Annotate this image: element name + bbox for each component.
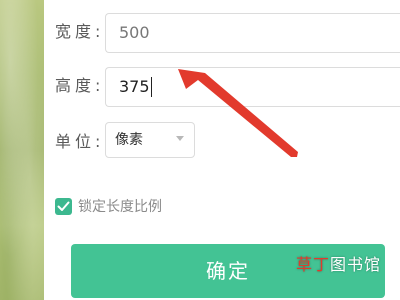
- watermark: 草丁图书馆: [296, 255, 381, 275]
- width-input[interactable]: 500: [105, 13, 400, 53]
- watermark-part1: 草丁: [296, 255, 331, 274]
- lock-ratio-checkbox[interactable]: [55, 198, 72, 215]
- width-label: 宽度:: [55, 22, 105, 41]
- lock-ratio-label: 锁定长度比例: [78, 199, 162, 215]
- height-input[interactable]: 375: [105, 67, 400, 107]
- height-label: 高度:: [55, 76, 105, 95]
- chevron-down-icon: [176, 136, 184, 141]
- width-value: 500: [119, 23, 150, 42]
- unit-label: 单位:: [55, 132, 105, 151]
- background-image-edge: [0, 0, 44, 300]
- checkmark-icon: [57, 201, 70, 211]
- text-caret: [150, 77, 153, 97]
- watermark-part2: 图书馆: [330, 255, 382, 274]
- unit-select[interactable]: 像素: [105, 122, 195, 158]
- unit-value: 像素: [115, 132, 143, 148]
- height-value: 375: [119, 77, 153, 97]
